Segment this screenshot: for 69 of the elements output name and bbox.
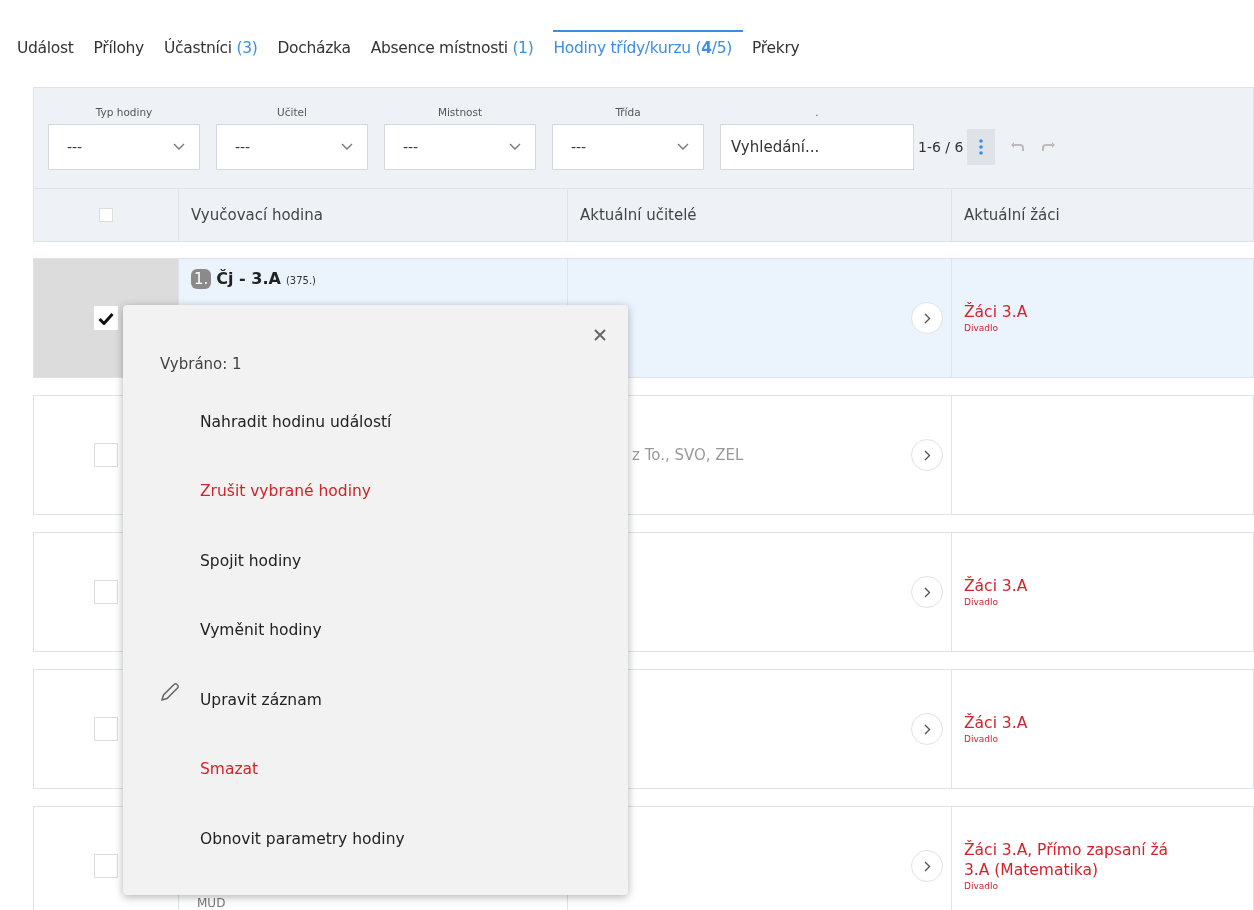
menu-item[interactable]: Vyměnit hodiny bbox=[200, 621, 322, 640]
tab[interactable]: Účastníci (3) bbox=[164, 30, 269, 58]
menu-item[interactable]: Obnovit parametry hodiny bbox=[200, 829, 405, 848]
row-checkbox[interactable] bbox=[94, 854, 118, 878]
event-note: Divadlo bbox=[964, 323, 999, 333]
chevron-down-icon bbox=[677, 143, 689, 151]
more-menu-button[interactable] bbox=[967, 129, 996, 165]
dropdown[interactable]: --- bbox=[384, 124, 536, 170]
pencil-icon bbox=[159, 681, 181, 703]
lesson-title: Čj - 3.A bbox=[216, 269, 281, 288]
dropdown[interactable]: --- bbox=[552, 124, 704, 170]
checkmark-icon bbox=[98, 311, 114, 325]
expand-button[interactable] bbox=[911, 302, 943, 334]
teacher-list: z To., SVO, ZEL bbox=[632, 446, 744, 464]
more-vertical-icon bbox=[979, 139, 984, 155]
lesson-number-badge: 1. bbox=[191, 269, 212, 289]
select-all-checkbox[interactable] bbox=[99, 208, 113, 222]
pager-count: 1-6 / 6 bbox=[918, 138, 964, 157]
menu-item[interactable]: Zrušit vybrané hodiny bbox=[200, 482, 371, 501]
menu-item[interactable]: Upravit záznam bbox=[200, 690, 322, 709]
filter-label: Třída bbox=[615, 106, 641, 118]
student-group: Žáci 3.A, Přímo zapsaní žá bbox=[964, 841, 1253, 859]
dropdown[interactable]: --- bbox=[48, 124, 200, 170]
column-header: Aktuální učitelé bbox=[568, 189, 952, 241]
dropdown[interactable]: --- bbox=[216, 124, 368, 170]
chevron-down-icon bbox=[509, 143, 521, 151]
chevron-down-icon bbox=[341, 143, 353, 151]
menu-item[interactable]: Spojit hodiny bbox=[200, 551, 302, 570]
chevron-right-icon bbox=[923, 723, 931, 735]
redo-icon[interactable] bbox=[1041, 141, 1056, 153]
tab[interactable]: Absence místnosti (1) bbox=[370, 30, 545, 58]
menu-item[interactable]: Nahradit hodinu událostí bbox=[200, 412, 392, 431]
tab[interactable]: Docházka bbox=[277, 30, 362, 58]
row-checkbox[interactable] bbox=[94, 580, 118, 604]
expand-button[interactable] bbox=[911, 576, 943, 608]
lesson-code: (375.) bbox=[285, 275, 316, 286]
chevron-right-icon bbox=[923, 449, 931, 461]
student-group: 3.A (Matematika) bbox=[964, 861, 1253, 879]
event-note: Divadlo bbox=[964, 597, 999, 607]
student-group: Žáci 3.A bbox=[964, 303, 1253, 321]
student-group: Žáci 3.A bbox=[964, 714, 1253, 732]
chevron-right-icon bbox=[923, 312, 931, 324]
filter-label: Typ hodiny bbox=[95, 106, 153, 118]
menu-item[interactable]: Smazat bbox=[200, 760, 259, 779]
close-icon[interactable] bbox=[594, 329, 606, 341]
event-note: Divadlo bbox=[964, 881, 999, 891]
student-group: Žáci 3.A bbox=[964, 577, 1253, 595]
filter-label: Učitel bbox=[277, 106, 307, 118]
filter-label: . bbox=[815, 106, 819, 118]
expand-button[interactable] bbox=[911, 713, 943, 745]
column-header: Aktuální žáci bbox=[963, 205, 1061, 226]
row-checkbox[interactable] bbox=[94, 443, 118, 467]
search-field[interactable]: Vyhledání... bbox=[720, 124, 914, 170]
filter-label: Mistnost bbox=[437, 106, 483, 118]
tab[interactable]: Událost bbox=[17, 30, 85, 58]
event-note: Divadlo bbox=[964, 734, 999, 744]
lesson-teacher-code: MUD bbox=[197, 897, 226, 909]
selection-count: Vybráno: 1 bbox=[160, 355, 243, 373]
chevron-right-icon bbox=[923, 860, 931, 872]
expand-button[interactable] bbox=[911, 850, 943, 882]
chevron-down-icon bbox=[173, 143, 185, 151]
tab[interactable]: Překry bbox=[752, 30, 811, 58]
chevron-right-icon bbox=[923, 586, 931, 598]
row-checkbox[interactable] bbox=[94, 717, 118, 741]
column-header: Vyučovací hodina bbox=[179, 189, 568, 241]
tab[interactable]: Hodiny třídy/kurzu (4/5) bbox=[553, 30, 743, 58]
undo-icon[interactable] bbox=[1011, 141, 1026, 153]
tab[interactable]: Přílohy bbox=[93, 30, 155, 58]
expand-button[interactable] bbox=[911, 439, 943, 471]
